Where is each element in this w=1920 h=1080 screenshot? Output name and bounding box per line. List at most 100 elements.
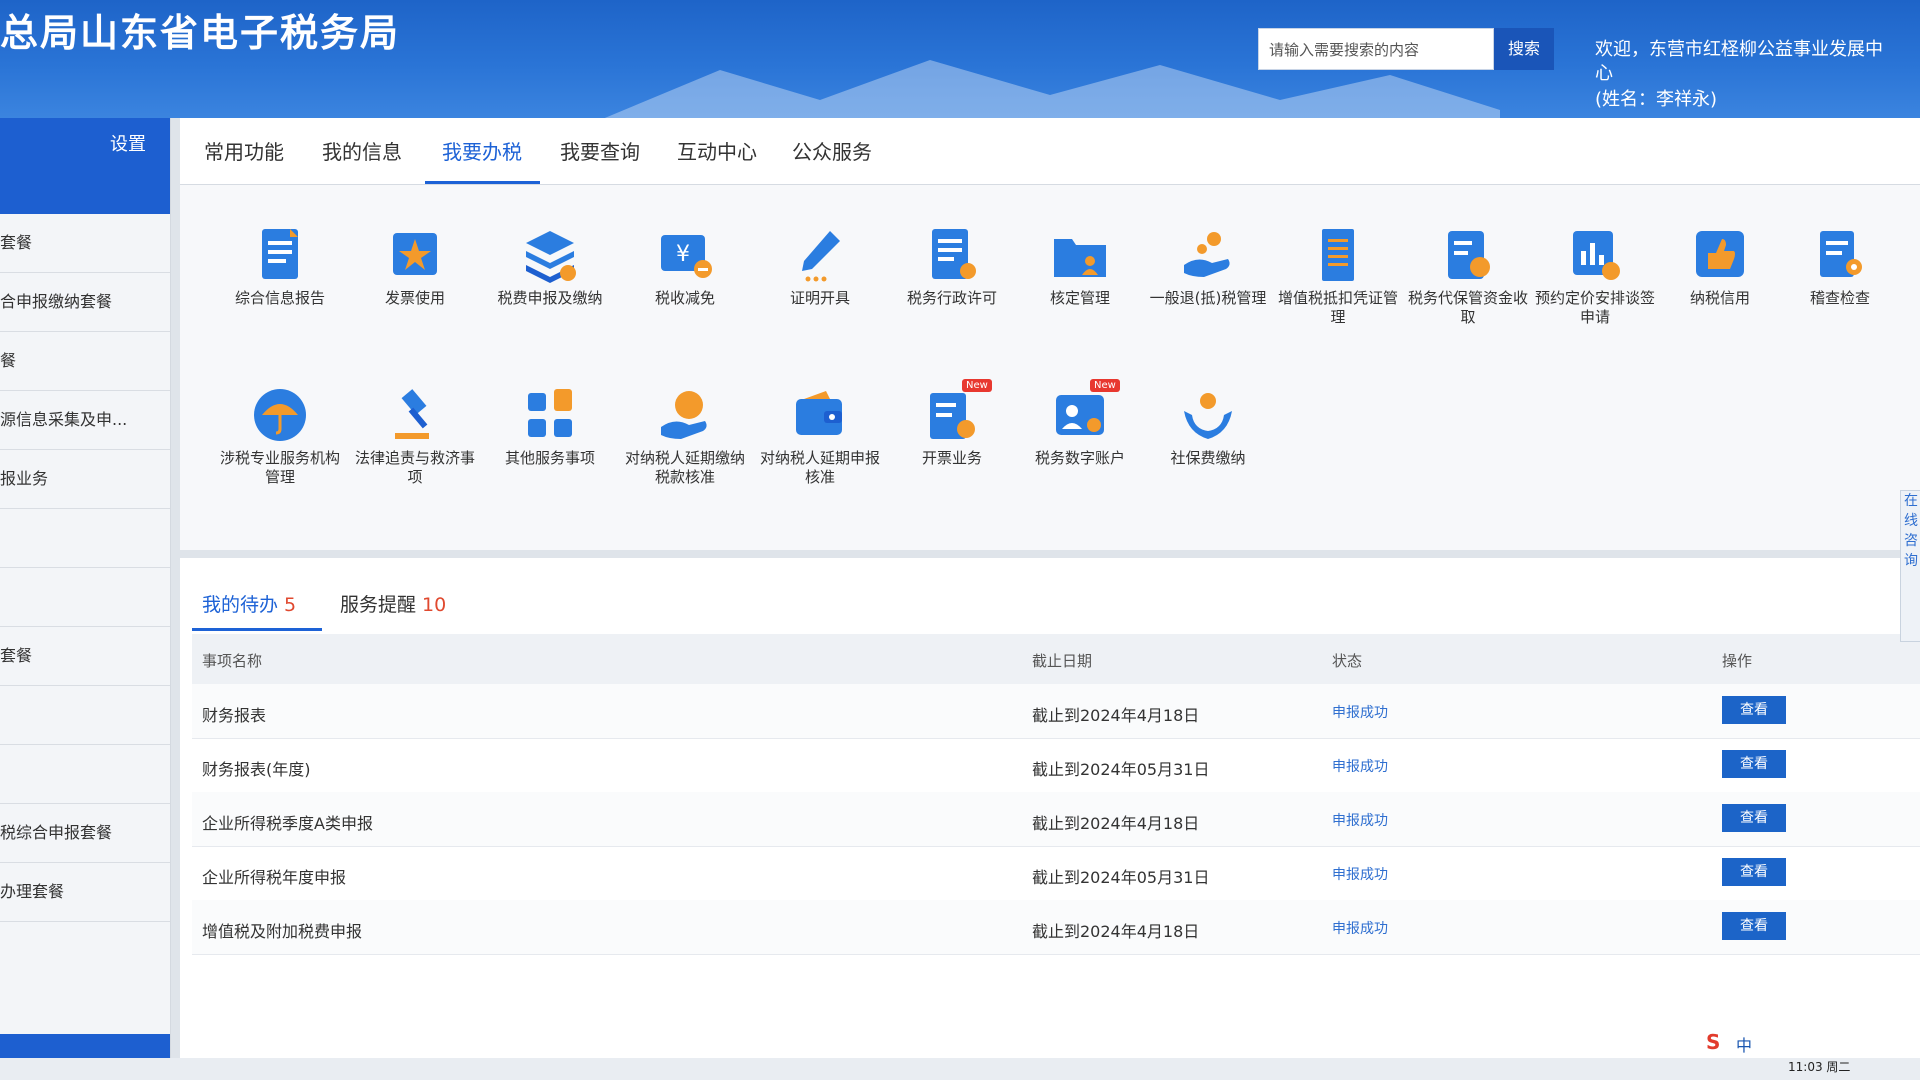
sidebar-item[interactable] <box>0 568 170 627</box>
new-badge: New <box>962 379 992 392</box>
sidebar: 设置 套餐 合申报缴纳套餐 餐 源信息采集及申... 报业务 套餐 税综合申报套… <box>0 118 171 1080</box>
service-label: 证明开具 <box>789 289 850 307</box>
service-label: 预约定价安排谈签申请 <box>1535 289 1656 326</box>
tab-service-reminder[interactable]: 服务提醒 10 <box>340 590 446 617</box>
sidebar-item[interactable]: 合申报缴纳套餐 <box>0 273 170 332</box>
service-label: 税务行政许可 <box>906 289 997 307</box>
service-inspection[interactable]: 稽查检查 <box>1780 225 1900 308</box>
service-other[interactable]: 其他服务事项 <box>490 385 610 468</box>
tab-bar: 常用功能 我的信息 我要办税 我要查询 互动中心 公众服务 <box>180 118 1920 185</box>
view-button[interactable]: 查看 <box>1722 804 1786 832</box>
sidebar-item[interactable]: 办理套餐 <box>0 863 170 922</box>
item-status[interactable]: 申报成功 <box>1332 702 1388 722</box>
item-status[interactable]: 申报成功 <box>1332 864 1388 884</box>
invoicing-icon <box>930 393 975 439</box>
service-label: 税收减免 <box>654 289 715 307</box>
service-invoicing[interactable]: New 开票业务 <box>892 379 1012 468</box>
tab-my-todo[interactable]: 我的待办 5 <box>202 590 296 617</box>
service-pricing-agreement[interactable]: 预约定价安排谈签申请 <box>1535 225 1655 327</box>
service-legal-remedy[interactable]: 法律追责与救济事项 <box>355 385 475 487</box>
view-button[interactable]: 查看 <box>1722 912 1786 940</box>
service-tax-filing[interactable]: 税费申报及缴纳 <box>490 225 610 308</box>
col-status: 状态 <box>1332 652 1363 670</box>
search-button[interactable]: 搜索 <box>1494 28 1554 70</box>
service-assessment[interactable]: 核定管理 <box>1020 225 1140 308</box>
service-deferred-filing[interactable]: 对纳税人延期申报核准 <box>760 385 880 487</box>
inspection-icon <box>1820 231 1862 277</box>
search-input[interactable]: 请输入需要搜索的内容 <box>1258 28 1494 70</box>
service-social-security[interactable]: 社保费缴纳 <box>1148 385 1268 468</box>
service-deferred-payment[interactable]: 对纳税人延期缴纳税款核准 <box>625 385 745 487</box>
sidebar-item[interactable]: 税综合申报套餐 <box>0 804 170 863</box>
sidebar-item[interactable]: 源信息采集及申... <box>0 391 170 450</box>
service-label: 综合信息报告 <box>234 289 325 307</box>
item-status[interactable]: 申报成功 <box>1332 810 1388 830</box>
view-button[interactable]: 查看 <box>1722 858 1786 886</box>
table-row: 企业所得税季度A类申报 截止到2024年4月18日 申报成功 查看 <box>192 792 1920 847</box>
tab-public-service[interactable]: 公众服务 <box>792 136 872 165</box>
deferral-payment-icon <box>661 391 707 439</box>
sidebar-item[interactable] <box>0 509 170 568</box>
sidebar-item[interactable]: 报业务 <box>0 450 170 509</box>
view-button[interactable]: 查看 <box>1722 750 1786 778</box>
main-panel: 常用功能 我的信息 我要办税 我要查询 互动中心 公众服务 综合信息报告 发票使… <box>170 118 1920 1080</box>
pricing-chart-icon <box>1573 231 1620 280</box>
taskbar <box>0 1058 1920 1080</box>
sidebar-item[interactable]: 餐 <box>0 332 170 391</box>
service-fund-custody[interactable]: 税务代保管资金收取 <box>1408 225 1528 327</box>
view-button[interactable]: 查看 <box>1722 696 1786 724</box>
col-deadline: 截止日期 <box>1032 652 1093 670</box>
language-indicator[interactable]: 中 <box>1736 1032 1752 1056</box>
pen-icon <box>802 231 840 282</box>
service-label: 稽查检查 <box>1809 289 1870 307</box>
online-consult-float[interactable]: 在线咨询 <box>1900 490 1920 642</box>
service-refund[interactable]: 一般退(抵)税管理 <box>1148 225 1268 308</box>
system-tray: S 中 11:03 周二 <box>1700 1030 1920 1080</box>
service-label: 一般退(抵)税管理 <box>1149 289 1267 307</box>
service-tax-reduction[interactable]: ¥ 税收减免 <box>625 225 745 308</box>
folder-person-icon <box>1054 239 1106 277</box>
service-professional-agency[interactable]: 涉税专业服务机构管理 <box>220 385 340 487</box>
new-badge: New <box>1090 379 1120 392</box>
digital-account-icon <box>1056 395 1104 435</box>
sidebar-item[interactable]: 套餐 <box>0 627 170 686</box>
report-doc-icon <box>262 229 298 279</box>
voucher-icon <box>1322 229 1354 281</box>
item-name: 财务报表 <box>202 706 267 725</box>
sidebar-item[interactable] <box>0 686 170 745</box>
service-certificate[interactable]: 证明开具 <box>760 225 880 308</box>
service-digital-account[interactable]: New 税务数字账户 <box>1020 379 1140 468</box>
service-invoice-use[interactable]: 发票使用 <box>355 225 475 308</box>
settings-link[interactable]: 设置 <box>110 130 146 156</box>
active-tab-indicator <box>425 181 540 184</box>
service-label: 税务数字账户 <box>1034 449 1125 467</box>
service-vat-voucher[interactable]: 增值税抵扣凭证管理 <box>1278 225 1398 327</box>
table-row: 财务报表(年度) 截止到2024年05月31日 申报成功 查看 <box>192 738 1920 793</box>
col-item-name: 事项名称 <box>202 652 263 670</box>
service-admin-license[interactable]: 税务行政许可 <box>892 225 1012 308</box>
item-deadline: 截止到2024年4月18日 <box>1032 922 1200 941</box>
service-label: 税费申报及缴纳 <box>497 289 603 307</box>
service-label: 开票业务 <box>921 449 982 467</box>
service-comprehensive-report[interactable]: 综合信息报告 <box>220 225 340 308</box>
user-name: (姓名：李祥永) <box>1595 89 1718 110</box>
item-status[interactable]: 申报成功 <box>1332 918 1388 938</box>
sidebar-item[interactable]: 套餐 <box>0 214 170 273</box>
umbrella-icon <box>254 389 306 441</box>
header-banner: 总局山东省电子税务局 请输入需要搜索的内容 搜索 欢迎，东营市红柽柳公益事业发展… <box>0 0 1920 118</box>
table-row: 增值税及附加税费申报 截止到2024年4月18日 申报成功 查看 <box>192 900 1920 955</box>
tab-common[interactable]: 常用功能 <box>204 136 284 165</box>
active-todo-tab-indicator <box>192 628 322 631</box>
tab-query[interactable]: 我要查询 <box>560 136 640 165</box>
item-status[interactable]: 申报成功 <box>1332 756 1388 776</box>
tab-tax-handling[interactable]: 我要办税 <box>442 136 522 165</box>
sidebar-item[interactable] <box>0 745 170 804</box>
ime-icon[interactable]: S <box>1706 1030 1720 1054</box>
svg-text:¥: ¥ <box>676 242 690 267</box>
service-tax-credit[interactable]: 纳税信用 <box>1660 225 1780 308</box>
hand-coin-icon <box>1184 232 1230 277</box>
tab-interaction[interactable]: 互动中心 <box>677 136 757 165</box>
tab-my-info[interactable]: 我的信息 <box>322 136 402 165</box>
welcome-text: 欢迎，东营市红柽柳公益事业发展中心 <box>1595 39 1883 84</box>
table-row: 企业所得税年度申报 截止到2024年05月31日 申报成功 查看 <box>192 846 1920 901</box>
